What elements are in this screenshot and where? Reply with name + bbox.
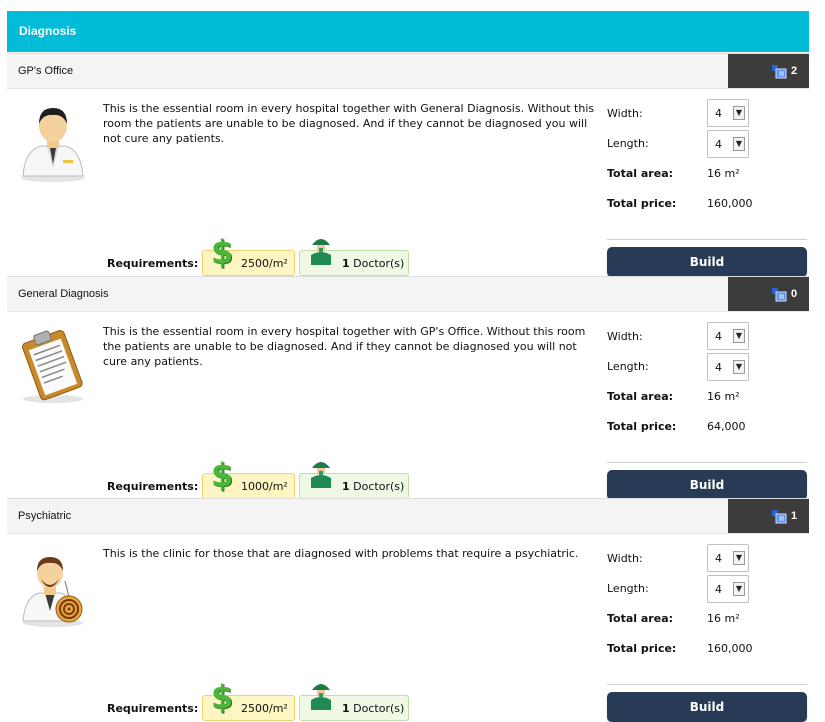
room-count: 2 [791, 65, 798, 77]
build-button[interactable]: Build [607, 247, 807, 277]
staff-text: 1 Doctor(s) [342, 702, 404, 715]
total-area-label: Total area: [607, 167, 674, 180]
chevron-down-icon: ▼ [733, 582, 745, 596]
rooms-stack-icon [772, 65, 787, 79]
divider [607, 462, 807, 463]
total-area-label: Total area: [607, 390, 674, 403]
total-price-label: Total price: [607, 197, 677, 210]
build-button[interactable]: Build [607, 470, 807, 500]
room-description: This is the clinic for those that are di… [103, 547, 579, 560]
total-price-label: Total price: [607, 642, 677, 655]
room-title: GP's Office [18, 65, 74, 77]
total-price-value: 160,000 [707, 642, 753, 655]
room-card-general-diagnosis: General Diagnosis 0 This is the essentia… [7, 276, 809, 500]
cost-value: 2500/m² [241, 257, 288, 270]
chevron-down-icon: ▼ [733, 329, 745, 343]
psychiatrist-hypnosis-icon [22, 557, 83, 627]
rooms-stack-icon [772, 510, 787, 524]
dollar-icon: $ [211, 456, 234, 494]
width-select[interactable]: 4 ▼ [707, 99, 749, 127]
width-label: Width: [607, 552, 643, 565]
width-value: 4 [715, 330, 722, 343]
width-label: Width: [607, 107, 643, 120]
length-select[interactable]: 4 ▼ [707, 353, 749, 381]
length-label: Length: [607, 360, 649, 373]
length-value: 4 [715, 138, 722, 151]
room-count: 0 [791, 288, 798, 300]
room-count-badge: 0 [728, 277, 809, 311]
room-title-bar: Psychiatric 1 [7, 498, 809, 534]
staff-role: Doctor(s) [353, 480, 405, 493]
requirements-label: Requirements: [107, 257, 199, 270]
build-button[interactable]: Build [607, 692, 807, 722]
doctor-staff-icon [311, 684, 331, 710]
requirements-label: Requirements: [107, 480, 199, 493]
room-title: Psychiatric [18, 510, 72, 522]
room-count-badge: 2 [728, 54, 809, 88]
length-label: Length: [607, 582, 649, 595]
staff-requirement: 1 Doctor(s) [299, 462, 409, 499]
staff-count: 1 [342, 480, 350, 493]
staff-role: Doctor(s) [353, 702, 405, 715]
rooms-stack-icon [772, 288, 787, 302]
room-card-psychiatric: Psychiatric 1 This is the clinic for tho… [7, 498, 809, 722]
staff-text: 1 Doctor(s) [342, 257, 404, 270]
width-label: Width: [607, 330, 643, 343]
staff-role: Doctor(s) [353, 257, 405, 270]
staff-count: 1 [342, 702, 350, 715]
length-label: Length: [607, 137, 649, 150]
chevron-down-icon: ▼ [733, 360, 745, 374]
width-value: 4 [715, 552, 722, 565]
clipboard-icon [22, 330, 83, 403]
room-count-badge: 1 [728, 499, 809, 533]
total-area-value: 16 m² [707, 612, 740, 625]
dollar-icon: $ [211, 233, 234, 271]
chevron-down-icon: ▼ [733, 551, 745, 565]
chevron-down-icon: ▼ [733, 106, 745, 120]
room-title-bar: General Diagnosis 0 [7, 276, 809, 312]
cost-value: 2500/m² [241, 702, 288, 715]
room-description: This is the essential room in every hosp… [103, 325, 586, 368]
staff-requirement: 1 Doctor(s) [299, 684, 409, 721]
total-price-value: 64,000 [707, 420, 746, 433]
total-price-value: 160,000 [707, 197, 753, 210]
staff-text: 1 Doctor(s) [342, 480, 404, 493]
room-count: 1 [791, 510, 798, 522]
room-title: General Diagnosis [18, 288, 109, 300]
chevron-down-icon: ▼ [733, 137, 745, 151]
doctor-staff-icon [311, 239, 331, 265]
width-value: 4 [715, 107, 722, 120]
section-header: Diagnosis [7, 11, 809, 52]
total-price-label: Total price: [607, 420, 677, 433]
divider [607, 239, 807, 240]
total-area-value: 16 m² [707, 167, 740, 180]
width-select[interactable]: 4 ▼ [707, 322, 749, 350]
requirements-label: Requirements: [107, 702, 199, 715]
length-select[interactable]: 4 ▼ [707, 130, 749, 158]
divider [607, 684, 807, 685]
cost-value: 1000/m² [241, 480, 288, 493]
section-title: Diagnosis [19, 24, 77, 38]
doctor-staff-icon [311, 462, 331, 488]
staff-count: 1 [342, 257, 350, 270]
width-select[interactable]: 4 ▼ [707, 544, 749, 572]
total-area-label: Total area: [607, 612, 674, 625]
cost-requirement: $ 2500/m² [202, 678, 295, 721]
length-value: 4 [715, 583, 722, 596]
total-area-value: 16 m² [707, 390, 740, 403]
room-title-bar: GP's Office 2 [7, 53, 809, 89]
room-card-gp-office: GP's Office 2 This is the essential room… [7, 53, 809, 277]
cost-requirement: $ 2500/m² [202, 233, 295, 276]
staff-requirement: 1 Doctor(s) [299, 239, 409, 276]
dollar-icon: $ [211, 678, 234, 716]
room-description: This is the essential room in every hosp… [103, 102, 595, 145]
cost-requirement: $ 1000/m² [202, 456, 295, 499]
doctor-portrait-icon [21, 108, 85, 182]
length-value: 4 [715, 361, 722, 374]
length-select[interactable]: 4 ▼ [707, 575, 749, 603]
